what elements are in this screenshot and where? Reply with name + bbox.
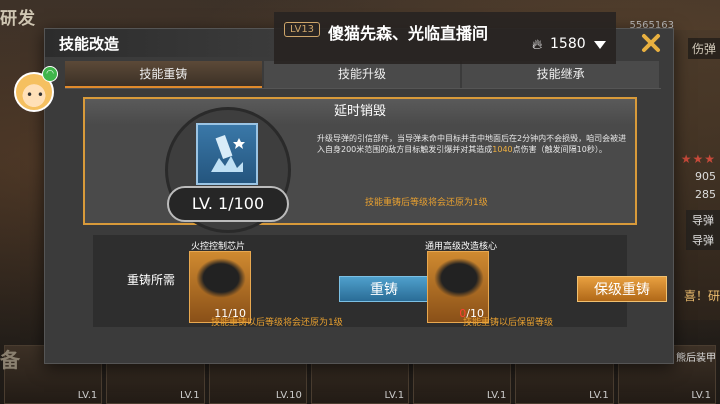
skill-reset-warning: 技能重铸后等级将会还原为1级 — [365, 198, 488, 208]
tab-skill-inherit[interactable]: 技能继承 — [462, 61, 660, 88]
recast-cost-panel: 重铸所需 火控控制芯片 11/10 重铸 技能重铸以后等级将会还原为1级 通用高… — [93, 235, 667, 328]
background-stars: ★★★ — [680, 152, 716, 166]
recast-note: 技能重铸以后等级将会还原为1级 — [211, 318, 343, 328]
missile-skill-icon — [196, 123, 258, 185]
background-title: 研发 — [0, 9, 36, 29]
dialog-header: 技能改造 — [45, 29, 275, 57]
live-stream-banner: LV13 傻猫先森、光临直播间 🔥︎ 1580 — [274, 12, 616, 64]
core-icon — [434, 258, 484, 298]
skill-tabs: 技能重铸 技能升级 技能继承 — [65, 61, 661, 89]
close-button[interactable] — [639, 31, 663, 55]
close-icon — [642, 34, 660, 52]
background-number: 905 — [695, 170, 716, 183]
flame-icon: 🔥︎ — [532, 37, 543, 53]
background-number: 285 — [695, 188, 716, 201]
skill-modify-dialog: 技能改造 技能重铸 技能升级 技能继承 延时销毁 升级导弹的引信部件，当导弹未命… — [44, 28, 674, 364]
background-missile-button: 导弹 — [686, 230, 720, 250]
chevron-down-icon[interactable] — [594, 41, 606, 49]
skill-description: 升级导弹的引信部件，当导弹未命中目标并击中地面后在2分钟内不会损毁，咱司会被进入… — [317, 134, 627, 154]
background-bottom-tag: 备 — [0, 348, 20, 372]
tab-skill-upgrade[interactable]: 技能升级 — [263, 61, 461, 88]
keep-level-note: 技能重铸以后保留等级 — [463, 318, 554, 328]
skill-name: 延时销毁 — [85, 99, 635, 125]
viewer-level-badge: LV13 — [284, 22, 321, 37]
avatar-face-icon: • • — [26, 88, 44, 102]
cost-label: 重铸所需 — [127, 273, 176, 287]
advanced-core-item[interactable]: 0/10 — [427, 251, 489, 323]
skill-damage-value: 1040 — [492, 145, 513, 154]
background-right-tag: 伤弹 — [687, 38, 720, 59]
keep-level-recast-button[interactable]: 保级重铸 — [577, 276, 667, 302]
fire-control-chip-item[interactable]: 11/10 — [189, 251, 251, 323]
background-missile-button: 导弹 — [686, 210, 720, 230]
dialog-title: 技能改造 — [59, 35, 120, 53]
chip-icon — [196, 258, 246, 298]
recast-button[interactable]: 重铸 — [339, 276, 429, 302]
skill-level-indicator: LV. 1/100 — [167, 186, 289, 222]
popularity-count: 1580 — [550, 36, 586, 52]
tab-skill-recast[interactable]: 技能重铸 — [65, 61, 262, 88]
background-congrats-text: 喜！研 — [683, 289, 720, 303]
stream-title: 傻猫先森、光临直播间 — [328, 24, 489, 43]
background-bottom-text: 熊后装甲 — [676, 353, 716, 364]
wifi-icon: ◠ — [42, 66, 58, 82]
